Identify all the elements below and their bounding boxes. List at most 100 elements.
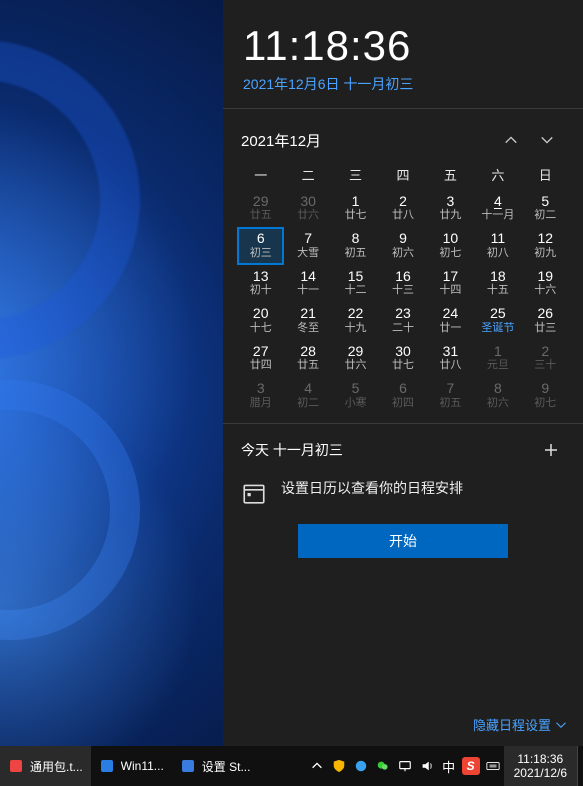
- calendar-day-number: 24: [427, 306, 474, 321]
- calendar-day[interactable]: 28廿五: [284, 340, 331, 377]
- calendar-title[interactable]: 2021年12月: [241, 130, 493, 151]
- tray-security-icon[interactable]: [328, 746, 350, 786]
- calendar-day[interactable]: 12初九: [522, 227, 569, 264]
- calendar-day-sublabel: 廿八: [427, 359, 474, 371]
- calendar-day[interactable]: 16十三: [379, 265, 426, 302]
- taskbar-app-button[interactable]: Win11...: [91, 746, 172, 786]
- calendar-day[interactable]: 9初六: [379, 227, 426, 264]
- clock-date-line[interactable]: 2021年12月6日 十一月初三: [243, 74, 563, 94]
- calendar-day-number: 11: [474, 231, 521, 246]
- calendar-day[interactable]: 18十五: [474, 265, 521, 302]
- calendar-next-button[interactable]: [529, 125, 565, 155]
- calendar-day[interactable]: 24廿一: [427, 302, 474, 339]
- calendar-day[interactable]: 7大雪: [284, 227, 331, 264]
- calendar-day[interactable]: 20十七: [237, 302, 284, 339]
- calendar-day[interactable]: 3腊月: [237, 377, 284, 414]
- tray-edge-icon[interactable]: [350, 746, 372, 786]
- calendar-day[interactable]: 25圣诞节: [474, 302, 521, 339]
- calendar-day[interactable]: 23二十: [379, 302, 426, 339]
- taskbar-app-button[interactable]: 设置 St...: [172, 746, 259, 786]
- calendar-day[interactable]: 21冬至: [284, 302, 331, 339]
- calendar-day-number: 6: [379, 381, 426, 396]
- add-event-button[interactable]: [537, 436, 565, 464]
- tray-overflow-button[interactable]: [306, 746, 328, 786]
- calendar-day[interactable]: 13初十: [237, 265, 284, 302]
- calendar-day-sublabel: 廿三: [522, 322, 569, 334]
- calendar-day-sublabel: 二十: [379, 322, 426, 334]
- calendar-day[interactable]: 7初五: [427, 377, 474, 414]
- calendar-day[interactable]: 10初七: [427, 227, 474, 264]
- taskbar-app-label: 设置 St...: [202, 758, 251, 775]
- calendar-day[interactable]: 8初六: [474, 377, 521, 414]
- calendar-weekday: 二: [284, 165, 331, 184]
- calendar-day[interactable]: 29廿六: [332, 340, 379, 377]
- calendar-day[interactable]: 8初五: [332, 227, 379, 264]
- calendar-day[interactable]: 1廿七: [332, 190, 379, 227]
- chevron-up-icon: [504, 133, 518, 147]
- calendar-day[interactable]: 4初二: [284, 377, 331, 414]
- calendar-day[interactable]: 11初八: [474, 227, 521, 264]
- calendar-day-number: 4: [474, 194, 521, 209]
- calendar-day-sublabel: 廿七: [332, 209, 379, 221]
- calendar-day[interactable]: 9初七: [522, 377, 569, 414]
- calendar-day-number: 9: [379, 231, 426, 246]
- calendar-day[interactable]: 26廿三: [522, 302, 569, 339]
- clock-time: 11:18:36: [243, 22, 563, 70]
- calendar-day-sublabel: 十四: [427, 284, 474, 296]
- taskbar-clock-date: 2021/12/6: [514, 766, 567, 780]
- show-desktop-button[interactable]: [577, 746, 583, 786]
- hide-agenda-link[interactable]: 隐藏日程设置: [473, 715, 567, 734]
- plus-icon: [543, 442, 559, 458]
- calendar-day-number: 20: [237, 306, 284, 321]
- ime-indicator[interactable]: 中: [438, 746, 460, 786]
- calendar-day[interactable]: 30廿六: [284, 190, 331, 227]
- calendar-day[interactable]: 14十一: [284, 265, 331, 302]
- calendar-day[interactable]: 2廿八: [379, 190, 426, 227]
- calendar-day[interactable]: 19十六: [522, 265, 569, 302]
- tray-keyboard-icon[interactable]: [482, 746, 504, 786]
- calendar-day-number: 19: [522, 269, 569, 284]
- calendar-day[interactable]: 6初四: [379, 377, 426, 414]
- calendar-prev-button[interactable]: [493, 125, 529, 155]
- calendar-day[interactable]: 2三十: [522, 340, 569, 377]
- calendar-weekday: 六: [474, 165, 521, 184]
- calendar-day-number: 18: [474, 269, 521, 284]
- calendar-day-number: 23: [379, 306, 426, 321]
- calendar-day[interactable]: 1元旦: [474, 340, 521, 377]
- calendar-day[interactable]: 5小寒: [332, 377, 379, 414]
- calendar-day[interactable]: 22十九: [332, 302, 379, 339]
- network-icon: [398, 759, 412, 773]
- calendar-day-number: 1: [332, 194, 379, 209]
- calendar-day[interactable]: 4十一月: [474, 190, 521, 227]
- calendar-day-number: 1: [474, 344, 521, 359]
- calendar-day[interactable]: 30廿七: [379, 340, 426, 377]
- calendar-day-sublabel: 廿四: [237, 359, 284, 371]
- calendar-day-number: 12: [522, 231, 569, 246]
- calendar-day-sublabel: 腊月: [237, 397, 284, 409]
- calendar-day[interactable]: 3廿九: [427, 190, 474, 227]
- calendar-day[interactable]: 27廿四: [237, 340, 284, 377]
- tray-wechat-icon[interactable]: [372, 746, 394, 786]
- calendar-day-sublabel: 初五: [332, 247, 379, 259]
- taskbar-clock[interactable]: 11:18:36 2021/12/6: [504, 746, 577, 786]
- calendar-weekday-row: 一二三四五六日: [237, 165, 569, 190]
- tray-sogou-icon[interactable]: S: [460, 746, 482, 786]
- calendar-day[interactable]: 17十四: [427, 265, 474, 302]
- calendar-day-number: 10: [427, 231, 474, 246]
- calendar-day[interactable]: 31廿八: [427, 340, 474, 377]
- calendar-section: 2021年12月 一二三四五六日 29廿五30廿六1廿七2廿八3廿九4十一月5初…: [223, 109, 583, 423]
- start-button[interactable]: 开始: [298, 524, 508, 558]
- calendar-day-sublabel: 十一月: [474, 209, 521, 221]
- tray-network-icon[interactable]: [394, 746, 416, 786]
- taskbar-app-button[interactable]: 通用包.t...: [0, 746, 91, 786]
- agenda-setup-text: 设置日历以查看你的日程安排: [281, 478, 463, 498]
- calendar-day[interactable]: 15十二: [332, 265, 379, 302]
- app-icon: [99, 758, 115, 774]
- calendar-day[interactable]: 29廿五: [237, 190, 284, 227]
- calendar-day[interactable]: 5初二: [522, 190, 569, 227]
- calendar-day[interactable]: 6初三: [237, 227, 284, 264]
- calendar-day-sublabel: 十九: [332, 322, 379, 334]
- calendar-day-number: 8: [474, 381, 521, 396]
- calendar-day-number: 4: [284, 381, 331, 396]
- tray-volume-icon[interactable]: [416, 746, 438, 786]
